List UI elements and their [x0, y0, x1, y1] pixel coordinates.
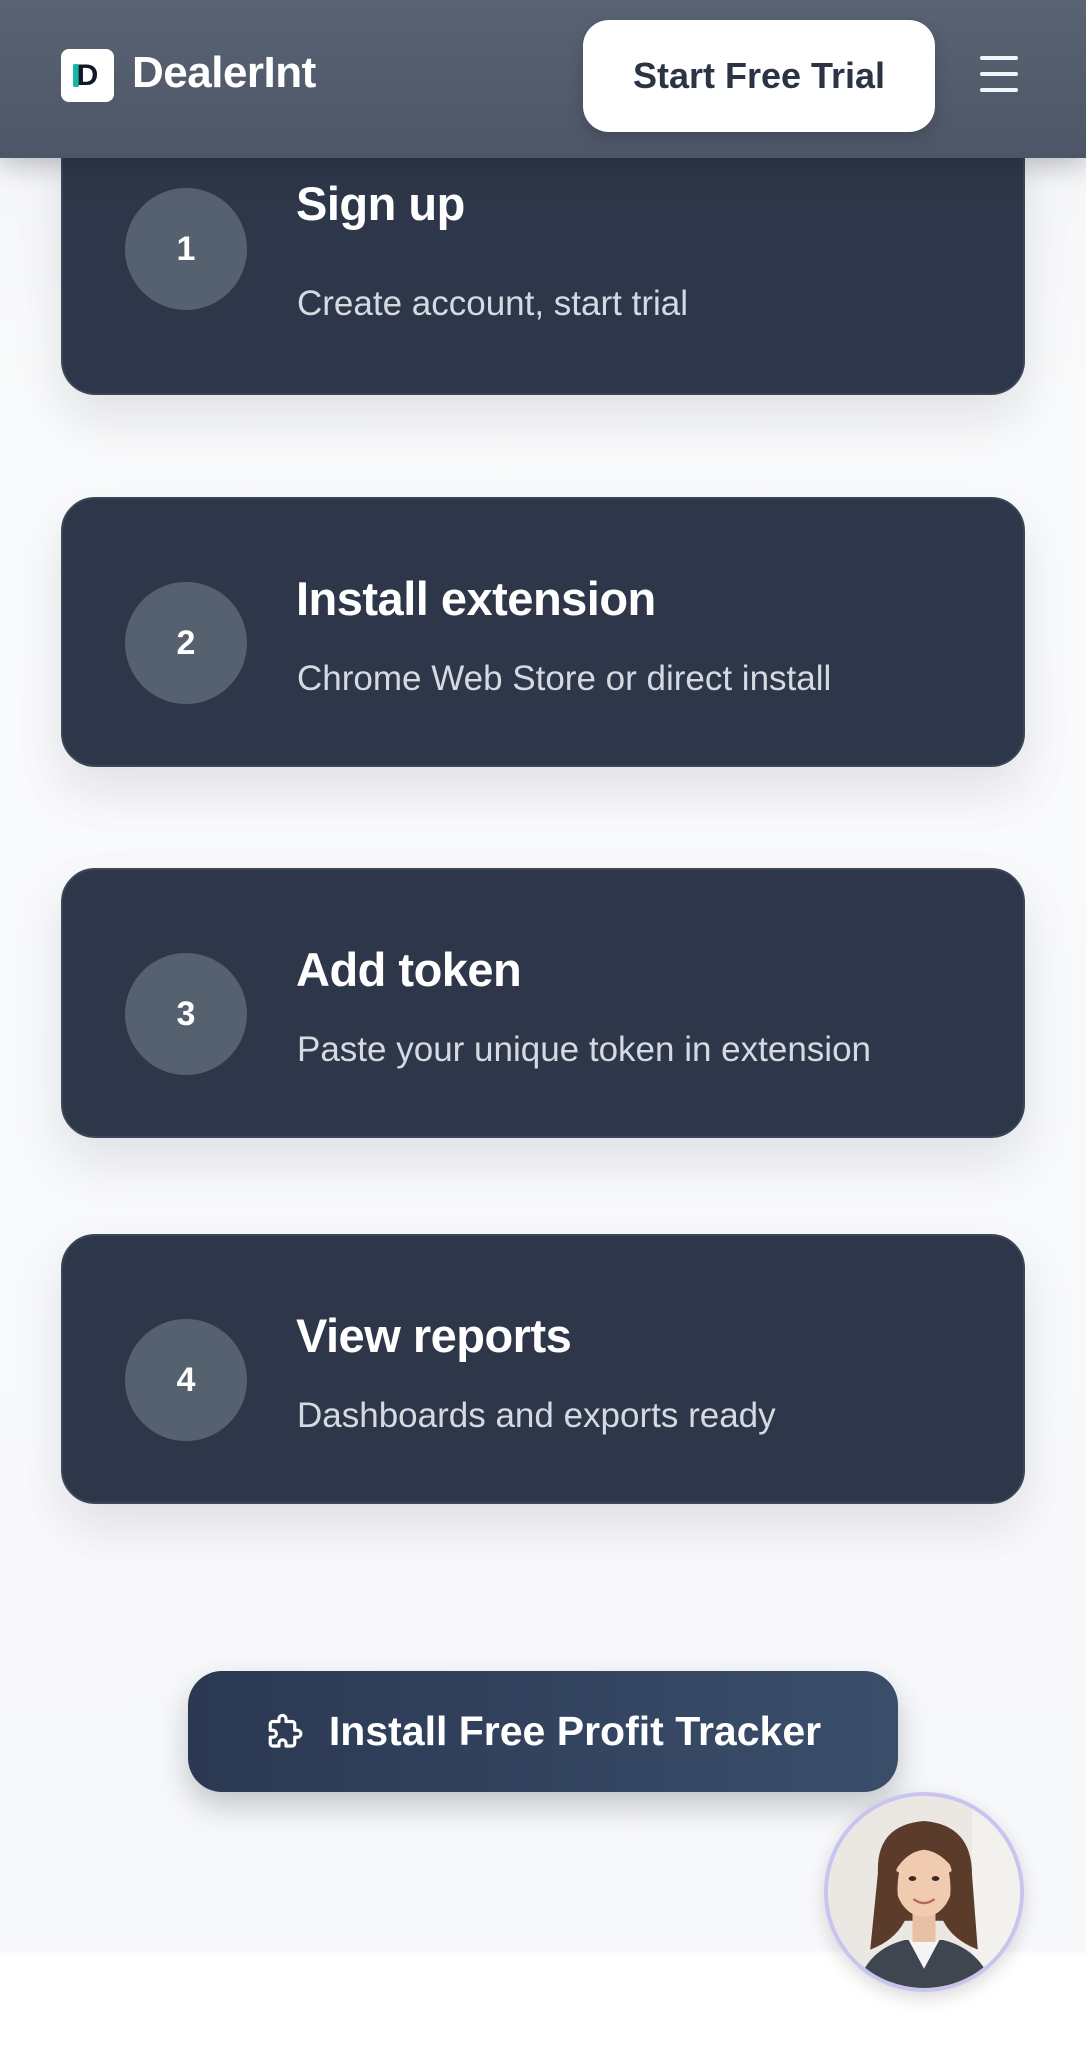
step-number-badge: 1 [125, 188, 247, 310]
step-title: Sign up [296, 177, 465, 230]
brand-name[interactable]: DealerInt [132, 48, 316, 98]
hamburger-menu-icon[interactable] [976, 54, 1024, 96]
step-card: 1 Sign up Create account, start trial [61, 125, 1025, 395]
logo-icon[interactable]: D [61, 49, 114, 102]
top-nav-bar: D DealerInt Start Free Trial [0, 0, 1086, 158]
step-title: View reports [296, 1309, 572, 1362]
step-description: Create account, start trial [297, 284, 688, 323]
step-card: 3 Add token Paste your unique token in e… [61, 868, 1025, 1138]
support-agent-avatar [828, 1796, 1020, 1988]
step-title: Install extension [296, 572, 656, 625]
puzzle-piece-icon [268, 1713, 303, 1748]
step-number-badge: 4 [125, 1319, 247, 1441]
start-free-trial-button[interactable]: Start Free Trial [583, 20, 935, 132]
step-number-badge: 3 [125, 953, 247, 1075]
install-profit-tracker-button[interactable]: Install Free Profit Tracker [188, 1671, 898, 1792]
page: D DealerInt Start Free Trial 1 Sign up C… [0, 0, 1086, 2048]
step-description: Dashboards and exports ready [297, 1396, 776, 1435]
step-description: Paste your unique token in extension [297, 1030, 871, 1069]
step-description: Chrome Web Store or direct install [297, 659, 832, 698]
step-title: Add token [296, 943, 522, 996]
cta-label: Install Free Profit Tracker [328, 1708, 822, 1754]
step-card: 4 View reports Dashboards and exports re… [61, 1234, 1025, 1504]
logo-letter: D [76, 58, 99, 92]
step-card: 2 Install extension Chrome Web Store or … [61, 497, 1025, 767]
chat-support-avatar[interactable] [824, 1792, 1024, 1992]
step-number-badge: 2 [125, 582, 247, 704]
